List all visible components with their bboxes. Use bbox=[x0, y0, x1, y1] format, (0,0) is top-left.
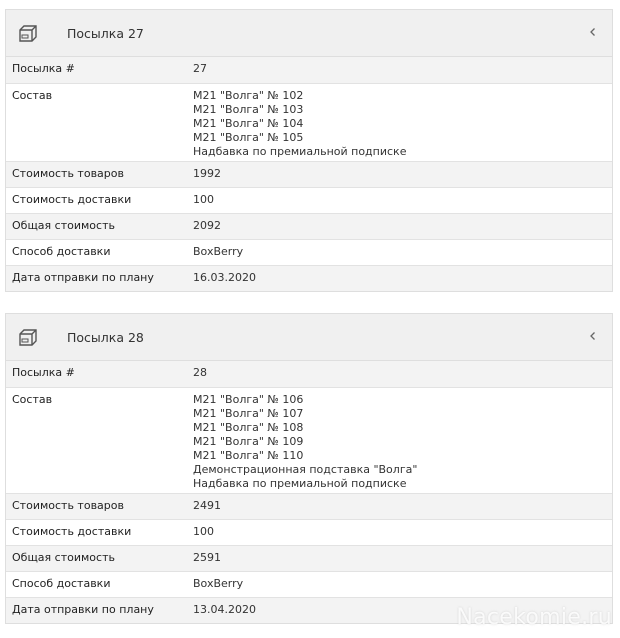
row-value: M21 "Волга" № 106 M21 "Волга" № 107 M21 … bbox=[193, 386, 612, 493]
row-label: Стоимость товаров bbox=[6, 492, 193, 519]
table-row: Общая стоимость 2092 bbox=[6, 212, 612, 239]
package-icon bbox=[17, 327, 39, 347]
table-row: Посылка # 28 bbox=[6, 361, 612, 387]
table-row: Стоимость доставки 100 bbox=[6, 186, 612, 213]
table-row: Способ доставки BoxBerry bbox=[6, 238, 612, 265]
row-value: 28 bbox=[193, 361, 612, 387]
watermark: Nacekomie.ru bbox=[456, 605, 612, 630]
row-value: M21 "Волга" № 102 M21 "Волга" № 103 M21 … bbox=[193, 82, 612, 161]
row-value: BoxBerry bbox=[193, 238, 612, 265]
row-value: BoxBerry bbox=[193, 570, 612, 597]
parcel-panel: Посылка 28 Посылка # 28 Состав M21 "Волг… bbox=[5, 313, 613, 624]
row-label: Общая стоимость bbox=[6, 212, 193, 239]
row-label: Дата отправки по плану bbox=[6, 264, 193, 291]
row-label: Стоимость доставки bbox=[6, 186, 193, 213]
row-value: 2092 bbox=[193, 212, 612, 239]
parcel-title: Посылка 27 bbox=[67, 25, 144, 41]
table-row: Дата отправки по плану 16.03.2020 bbox=[6, 264, 612, 291]
row-label: Состав bbox=[6, 386, 193, 493]
parcel-title: Посылка 28 bbox=[67, 329, 144, 345]
table-row: Стоимость товаров 1992 bbox=[6, 160, 612, 187]
row-value: 27 bbox=[193, 57, 612, 83]
table-row: Стоимость доставки 100 bbox=[6, 518, 612, 545]
chevron-left-icon[interactable] bbox=[583, 326, 603, 346]
row-label: Посылка # bbox=[6, 57, 193, 83]
table-row: Стоимость товаров 2491 bbox=[6, 492, 612, 519]
table-row: Способ доставки BoxBerry bbox=[6, 570, 612, 597]
chevron-left-icon[interactable] bbox=[583, 22, 603, 42]
row-value: 1992 bbox=[193, 160, 612, 187]
table-row: Посылка # 27 bbox=[6, 57, 612, 83]
parcel-header[interactable]: Посылка 27 bbox=[6, 10, 612, 57]
row-value: 2491 bbox=[193, 492, 612, 519]
row-value: 100 bbox=[193, 186, 612, 213]
package-icon bbox=[17, 23, 39, 43]
row-label: Дата отправки по плану bbox=[6, 596, 193, 623]
row-label: Стоимость товаров bbox=[6, 160, 193, 187]
row-label: Способ доставки bbox=[6, 570, 193, 597]
row-label: Стоимость доставки bbox=[6, 518, 193, 545]
parcel-details-table: Посылка # 27 Состав M21 "Волга" № 102 M2… bbox=[6, 57, 612, 291]
parcel-header[interactable]: Посылка 28 bbox=[6, 314, 612, 361]
table-row: Состав M21 "Волга" № 102 M21 "Волга" № 1… bbox=[6, 82, 612, 161]
row-label: Посылка # bbox=[6, 361, 193, 387]
row-value: 2591 bbox=[193, 544, 612, 571]
row-label: Способ доставки bbox=[6, 238, 193, 265]
table-row: Общая стоимость 2591 bbox=[6, 544, 612, 571]
row-label: Состав bbox=[6, 82, 193, 161]
row-label: Общая стоимость bbox=[6, 544, 193, 571]
table-row: Состав M21 "Волга" № 106 M21 "Волга" № 1… bbox=[6, 386, 612, 493]
row-value: 16.03.2020 bbox=[193, 264, 612, 291]
row-value: 100 bbox=[193, 518, 612, 545]
parcel-details-table: Посылка # 28 Состав M21 "Волга" № 106 M2… bbox=[6, 361, 612, 623]
parcel-panel: Посылка 27 Посылка # 27 Состав M21 "Волг… bbox=[5, 9, 613, 292]
